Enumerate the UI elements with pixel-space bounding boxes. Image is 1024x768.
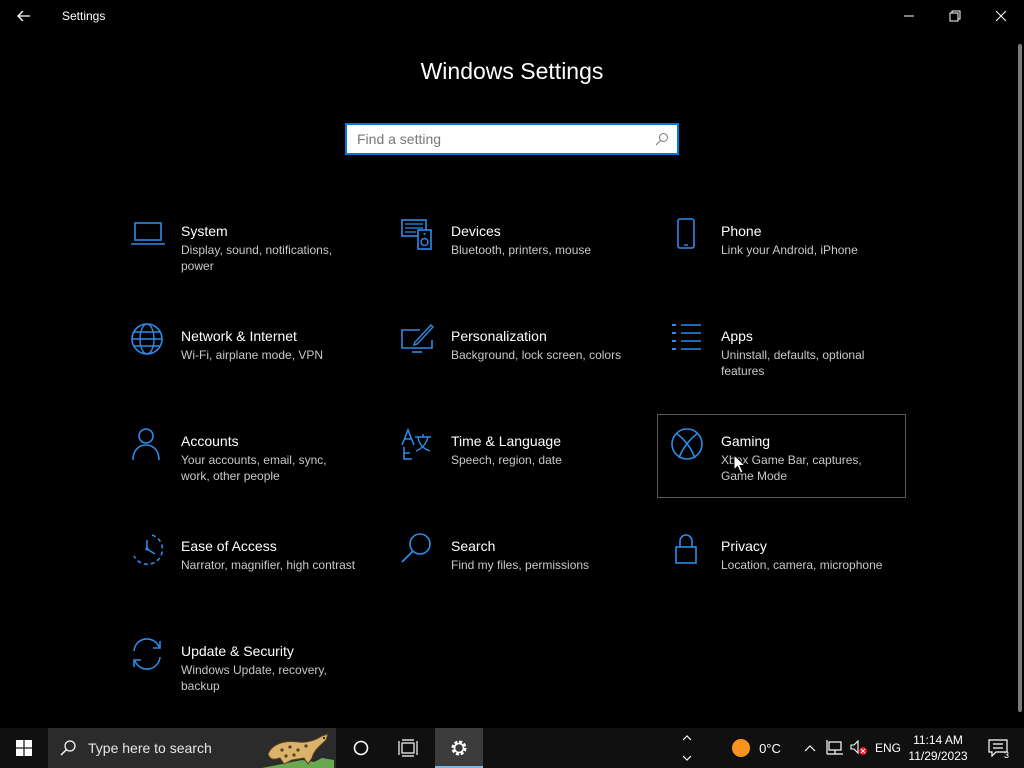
task-view-button[interactable] [384,728,432,768]
page-title: Windows Settings [420,58,604,84]
task-view-icon [398,739,418,757]
clock[interactable]: 11:14 AM 11/29/2023 [906,728,970,768]
tile-description: Windows Update, recovery, backup [181,663,327,693]
network-tray-button[interactable] [823,728,847,768]
taskbar-settings-app[interactable] [435,728,483,768]
tile-name: System [181,223,228,239]
laptop-icon [131,222,165,245]
input-language-button[interactable]: ENG [872,728,904,768]
tile-privacy[interactable]: Privacy Location, camera, microphone [670,532,918,614]
chevron-up-icon [804,745,816,752]
tile-name: Phone [721,223,762,239]
notification-count-badge: 3 [1004,750,1010,760]
weather-widget[interactable]: 0°C [726,728,786,768]
tile-gaming[interactable]: Gaming Xbox Game Bar, captures, Game Mod… [657,414,906,498]
tile-name: Network & Internet [181,328,297,344]
cortana-button[interactable] [338,728,384,768]
tile-description: Background, lock screen, colors [451,348,622,362]
volume-muted-icon [850,740,867,755]
chevron-down-icon [682,755,692,761]
tile-search[interactable]: Search Find my files, permissions [400,532,648,614]
tile-description: Speech, region, date [451,453,562,467]
clock-time: 11:14 AM [913,733,963,747]
tile-description: Uninstall, defaults, optional features [721,348,865,378]
window-title: Settings [62,9,106,23]
taskbar: Type here to search 0°C ENG 11:14 AM 11/… [0,728,1024,768]
tile-name: Update & Security [181,643,294,659]
show-hidden-icons-button[interactable] [798,728,822,768]
back-arrow-icon [17,10,30,22]
restore-button[interactable] [932,0,978,32]
clock-date: 11/29/2023 [908,749,968,763]
paintbrush-monitor-icon [401,323,434,353]
leopard-highlight-icon [262,733,334,768]
close-icon [995,10,1007,22]
settings-search-input[interactable] [347,125,657,153]
windows-logo-icon [16,740,32,756]
taskbar-search-label: Type here to search [88,740,212,756]
tile-accounts[interactable]: Accounts Your accounts, email, sync, wor… [130,427,378,509]
scrollbar[interactable] [1018,44,1022,712]
apps-list-icon [672,324,701,350]
tile-name: Ease of Access [181,538,277,554]
volume-tray-button[interactable] [847,728,871,768]
mouse-cursor-icon [733,454,747,474]
restore-icon [949,10,961,22]
tile-description: Wi-Fi, airplane mode, VPN [181,348,324,362]
tile-description: Xbox Game Bar, captures, Game Mode [721,453,862,483]
taskbar-scroll-arrows[interactable] [678,728,696,768]
taskbar-search-box[interactable]: Type here to search [48,728,336,768]
weather-sun-icon [732,739,751,757]
tile-description: Display, sound, notifications, power [181,243,333,273]
tile-devices[interactable]: Devices Bluetooth, printers, mouse [400,217,648,299]
xbox-icon [671,428,703,460]
back-button[interactable] [8,4,40,28]
tile-description: Find my files, permissions [451,558,590,572]
cortana-circle-icon [353,740,369,756]
tile-update-security[interactable]: Update & Security Windows Update, recove… [130,637,378,719]
tile-name: Devices [451,223,501,239]
tile-system[interactable]: System Display, sound, notifications, po… [130,217,378,299]
tile-description: Bluetooth, printers, mouse [451,243,592,257]
tile-description: Location, camera, microphone [721,558,883,572]
phone-icon [677,218,695,249]
magnifier-icon [401,533,431,563]
search-icon [655,133,668,146]
network-icon [826,740,843,755]
settings-search-box[interactable] [345,123,679,155]
ease-of-access-icon [133,534,164,566]
action-center-button[interactable]: 3 [978,728,1018,768]
gear-icon [451,740,467,756]
person-icon [132,428,160,461]
chevron-up-icon [682,735,692,741]
devices-icon [401,219,432,250]
tile-network-internet[interactable]: Network & Internet Wi-Fi, airplane mode,… [130,322,378,404]
close-button[interactable] [978,0,1024,32]
tile-name: Time & Language [451,433,561,449]
minimize-button[interactable] [886,0,932,32]
tile-name: Search [451,538,496,554]
tile-name: Privacy [721,538,767,554]
tile-time-language[interactable]: Time & Language Speech, region, date [400,427,648,509]
tile-description: Your accounts, email, sync, work, other … [181,453,327,483]
time-language-icon [401,427,431,460]
tile-name: Gaming [721,433,771,449]
sync-arrows-icon [133,638,161,670]
tile-apps[interactable]: Apps Uninstall, defaults, optional featu… [670,322,918,404]
start-button[interactable] [0,728,48,768]
tile-description: Narrator, magnifier, high contrast [181,558,356,572]
globe-icon [131,323,163,355]
tile-name: Accounts [181,433,239,449]
search-icon [60,740,76,756]
tile-personalization[interactable]: Personalization Background, lock screen,… [400,322,648,404]
tile-ease-of-access[interactable]: Ease of Access Narrator, magnifier, high… [130,532,378,614]
lock-icon [675,534,697,564]
weather-temperature: 0°C [759,740,781,756]
title-bar: Settings [0,0,1024,32]
minimize-icon [904,15,914,17]
tile-name: Personalization [451,328,547,344]
tile-name: Apps [721,328,753,344]
tile-description: Link your Android, iPhone [721,243,858,257]
tile-phone[interactable]: Phone Link your Android, iPhone [670,217,918,299]
